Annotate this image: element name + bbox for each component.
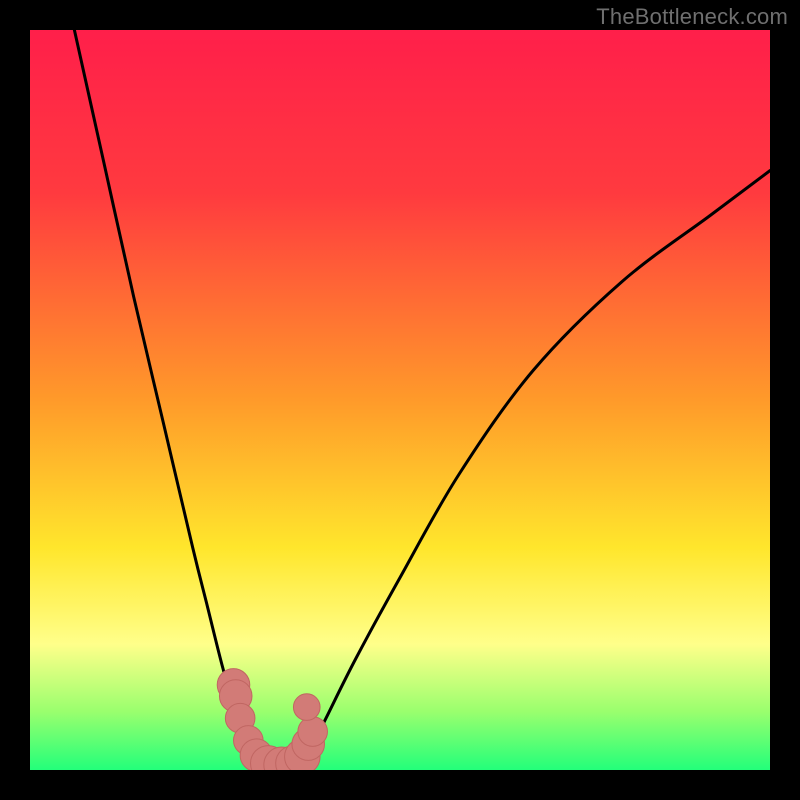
watermark-text: TheBottleneck.com (596, 4, 788, 30)
marker-point (293, 694, 320, 721)
curve-right-curve (296, 171, 770, 770)
chart-frame: TheBottleneck.com (0, 0, 800, 800)
chart-svg (30, 30, 770, 770)
marker-point (298, 717, 328, 747)
curve-left-curve (74, 30, 266, 770)
plot-area (30, 30, 770, 770)
